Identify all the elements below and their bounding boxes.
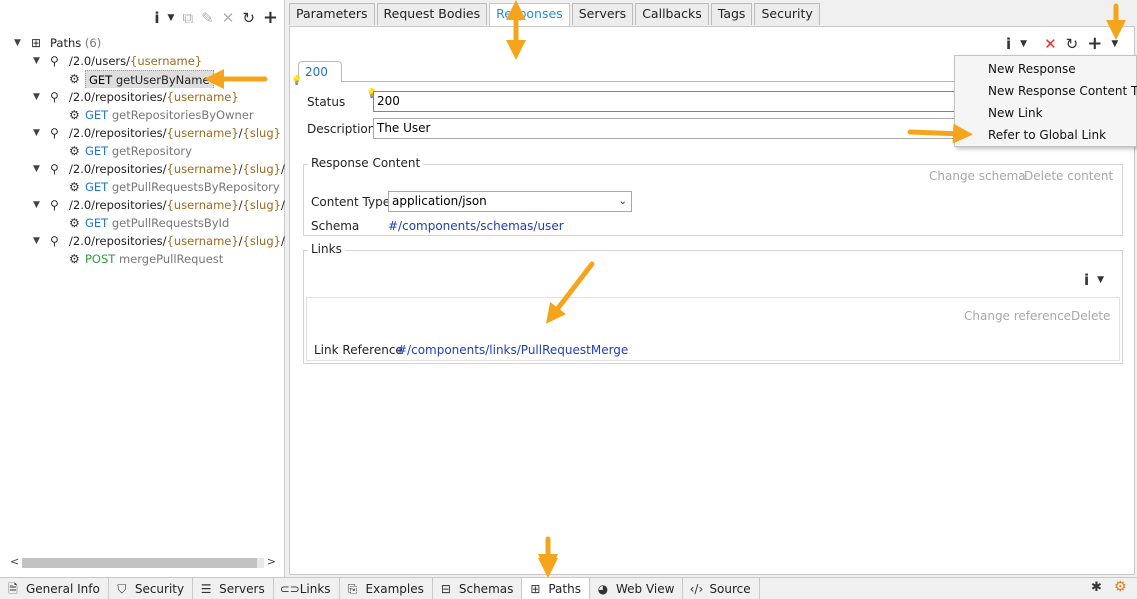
- arrow-link-reference: [545, 261, 595, 324]
- arrow-refer-global: [907, 123, 973, 144]
- annotation-arrows: [204, 0, 1126, 578]
